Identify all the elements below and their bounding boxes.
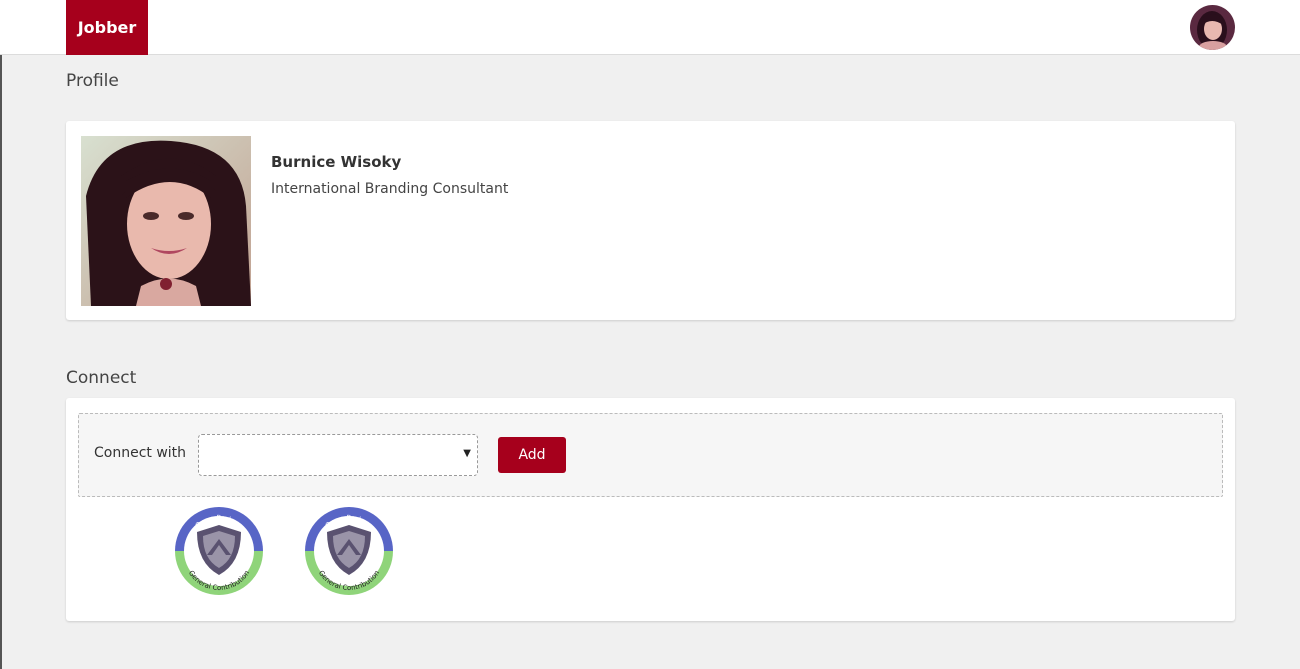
top-navbar: Jobber xyxy=(0,0,1300,55)
connect-form: Connect with ▼ Add xyxy=(78,413,1223,497)
add-button[interactable]: Add xyxy=(498,437,566,473)
profile-section-title: Profile xyxy=(66,71,119,91)
connect-card: Connect with ▼ Add Open Badges General C… xyxy=(66,398,1235,621)
badge-general-contribution[interactable]: Open Badges General Contribution xyxy=(303,505,395,597)
profile-photo xyxy=(81,136,251,306)
connect-select[interactable]: ▼ xyxy=(198,434,478,476)
brand-logo[interactable]: Jobber xyxy=(66,0,148,55)
user-avatar-icon[interactable] xyxy=(1190,5,1235,50)
profile-card: Burnice Wisoky International Branding Co… xyxy=(66,121,1235,320)
profile-name: Burnice Wisoky xyxy=(271,153,402,171)
connect-section-title: Connect xyxy=(66,368,137,388)
chevron-down-icon: ▼ xyxy=(463,448,471,459)
window-edge xyxy=(0,0,2,669)
profile-job-title: International Branding Consultant xyxy=(271,181,509,197)
badge-general-contribution[interactable]: Open Badges General Contribution xyxy=(173,505,265,597)
connect-with-label: Connect with xyxy=(94,445,187,461)
